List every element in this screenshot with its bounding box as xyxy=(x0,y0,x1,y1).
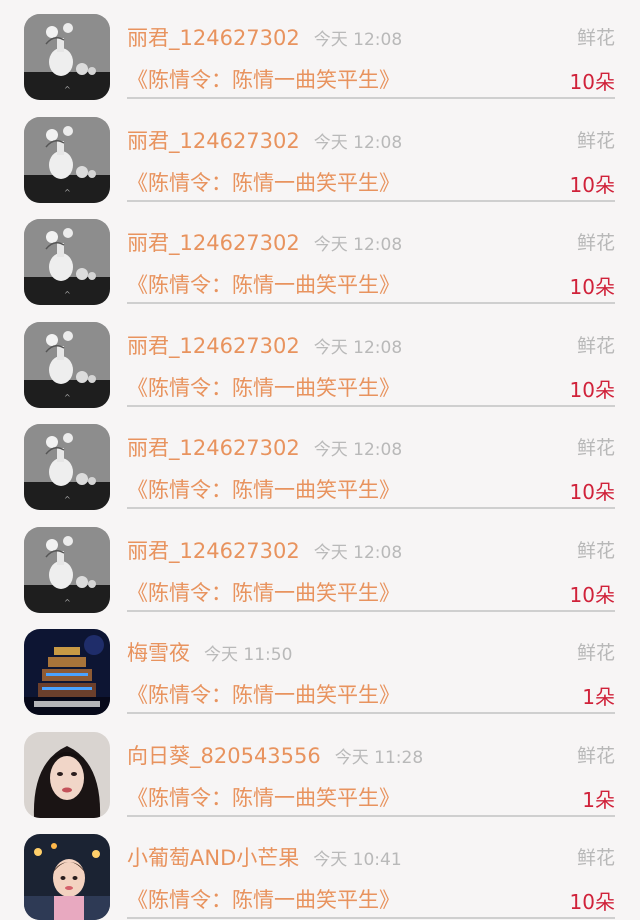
row-divider xyxy=(127,199,615,202)
gift-type: 鲜花 xyxy=(576,642,615,664)
child-photo-avatar xyxy=(24,834,110,920)
sender-name-text: 丽君_124627302 xyxy=(127,128,300,153)
gift-record-row[interactable]: ^ 丽君_124627302 今天 12:08 鲜花 《陈情令：陈情一曲笑平生》 … xyxy=(0,0,640,103)
vase-photo-avatar: ^ xyxy=(24,14,110,100)
avatar[interactable] xyxy=(24,834,110,920)
vase-photo-avatar: ^ xyxy=(24,526,110,613)
vase-photo-avatar: ^ xyxy=(24,321,110,408)
gift-type: 鲜花 xyxy=(576,437,615,459)
gift-record-list: ^ 丽君_124627302 今天 12:08 鲜花 《陈情令：陈情一曲笑平生》 … xyxy=(0,0,640,920)
book-title-link[interactable]: 《陈情令：陈情一曲笑平生》 xyxy=(127,577,400,607)
send-time: 今天 12:08 xyxy=(313,235,403,255)
sender-name[interactable]: 丽君_124627302 今天 12:08 xyxy=(127,432,402,462)
gift-amount: 1朵 xyxy=(582,685,615,709)
vase-photo-avatar: ^ xyxy=(24,219,110,305)
vase-photo-avatar: ^ xyxy=(24,116,110,203)
avatar[interactable] xyxy=(24,629,110,715)
sender-name-text: 丽君_124627302 xyxy=(127,26,300,50)
avatar[interactable]: ^ xyxy=(24,424,110,510)
gift-record-row[interactable]: ^ 丽君_124627302 今天 12:08 鲜花 《陈情令：陈情一曲笑平生》 … xyxy=(0,513,640,616)
gift-type: 鲜花 xyxy=(576,847,615,869)
svg-text:^: ^ xyxy=(64,188,71,197)
book-title-link[interactable]: 《陈情令：陈情一曲笑平生》 xyxy=(127,64,400,94)
gift-amount: 10朵 xyxy=(569,377,615,402)
avatar[interactable]: ^ xyxy=(24,116,110,203)
sender-name-text: 向日葵_820543556 xyxy=(127,743,321,768)
send-time: 今天 12:08 xyxy=(313,542,403,563)
sender-name-text: 小葡萄AND小芒果 xyxy=(127,846,300,870)
svg-text:^: ^ xyxy=(64,495,71,504)
gift-amount: 10朵 xyxy=(569,582,615,607)
book-title-link[interactable]: 《陈情令：陈情一曲笑平生》 xyxy=(127,679,400,709)
gift-record-row[interactable]: 向日葵_820543556 今天 11:28 鲜花 《陈情令：陈情一曲笑平生》 1… xyxy=(0,718,640,821)
gift-type: 鲜花 xyxy=(576,744,615,767)
gift-record-row[interactable]: ^ 丽君_124627302 今天 12:08 鲜花 《陈情令：陈情一曲笑平生》 … xyxy=(0,205,640,308)
send-time: 今天 12:08 xyxy=(313,440,403,460)
avatar[interactable]: ^ xyxy=(24,526,110,613)
gift-record-row[interactable]: 小葡萄AND小芒果 今天 10:41 鲜花 《陈情令：陈情一曲笑平生》 10朵 xyxy=(0,820,640,920)
send-time: 今天 12:08 xyxy=(313,132,403,153)
row-divider xyxy=(127,712,615,714)
gift-amount: 10朵 xyxy=(569,480,615,504)
svg-text:^: ^ xyxy=(64,393,71,402)
row-divider xyxy=(127,814,615,817)
gift-amount: 10朵 xyxy=(569,275,615,299)
sender-name[interactable]: 丽君_124627302 今天 12:08 xyxy=(127,535,402,565)
sender-name[interactable]: 丽君_124627302 今天 12:08 xyxy=(127,125,402,155)
gift-amount: 1朵 xyxy=(582,787,615,812)
avatar[interactable]: ^ xyxy=(24,14,110,100)
svg-text:^: ^ xyxy=(64,85,71,94)
book-title-link[interactable]: 《陈情令：陈情一曲笑平生》 xyxy=(127,782,400,812)
gift-record-row[interactable]: ^ 丽君_124627302 今天 12:08 鲜花 《陈情令：陈情一曲笑平生》 … xyxy=(0,308,640,411)
book-title-link[interactable]: 《陈情令：陈情一曲笑平生》 xyxy=(127,167,400,197)
gift-record-row[interactable]: ^ 丽君_124627302 今天 12:08 鲜花 《陈情令：陈情一曲笑平生》 … xyxy=(0,410,640,513)
gift-type: 鲜花 xyxy=(576,539,615,562)
sender-name-text: 丽君_124627302 xyxy=(127,333,300,358)
row-divider xyxy=(127,507,615,509)
sender-name[interactable]: 丽君_124627302 今天 12:08 xyxy=(127,227,402,257)
gift-amount: 10朵 xyxy=(569,890,615,914)
row-divider xyxy=(127,404,615,407)
book-title-link[interactable]: 《陈情令：陈情一曲笑平生》 xyxy=(127,884,400,914)
send-time: 今天 10:41 xyxy=(313,850,402,870)
sender-name[interactable]: 小葡萄AND小芒果 今天 10:41 xyxy=(127,842,402,872)
send-time: 今天 11:50 xyxy=(204,645,293,665)
woman-portrait-avatar xyxy=(24,731,110,818)
gift-type: 鲜花 xyxy=(576,334,615,357)
book-title-link[interactable]: 《陈情令：陈情一曲笑平生》 xyxy=(127,474,400,504)
row-divider xyxy=(127,302,615,304)
sender-name[interactable]: 向日葵_820543556 今天 11:28 xyxy=(127,740,423,770)
gift-record-row[interactable]: ^ 丽君_124627302 今天 12:08 鲜花 《陈情令：陈情一曲笑平生》 … xyxy=(0,103,640,206)
avatar[interactable] xyxy=(24,731,110,818)
sender-name-text: 梅雪夜 xyxy=(127,641,190,665)
gift-record-row[interactable]: 梅雪夜 今天 11:50 鲜花 《陈情令：陈情一曲笑平生》 1朵 xyxy=(0,615,640,718)
gift-type: 鲜花 xyxy=(576,27,615,49)
book-title-link[interactable]: 《陈情令：陈情一曲笑平生》 xyxy=(127,269,400,299)
night-tower-avatar xyxy=(24,629,110,715)
send-time: 今天 12:08 xyxy=(313,30,403,50)
sender-name-text: 丽君_124627302 xyxy=(127,538,300,563)
send-time: 今天 11:28 xyxy=(334,747,424,768)
book-title-link[interactable]: 《陈情令：陈情一曲笑平生》 xyxy=(127,372,400,402)
sender-name-text: 丽君_124627302 xyxy=(127,436,300,460)
svg-text:^: ^ xyxy=(64,598,71,607)
avatar[interactable]: ^ xyxy=(24,219,110,305)
sender-name-text: 丽君_124627302 xyxy=(127,231,300,255)
gift-amount: 10朵 xyxy=(569,172,615,197)
avatar[interactable]: ^ xyxy=(24,321,110,408)
gift-type: 鲜花 xyxy=(576,129,615,152)
sender-name[interactable]: 丽君_124627302 今天 12:08 xyxy=(127,22,402,52)
vase-photo-avatar: ^ xyxy=(24,424,110,510)
send-time: 今天 12:08 xyxy=(313,337,403,358)
gift-amount: 10朵 xyxy=(569,70,615,94)
row-divider xyxy=(127,97,615,99)
gift-type: 鲜花 xyxy=(576,232,615,254)
sender-name[interactable]: 梅雪夜 今天 11:50 xyxy=(127,637,292,667)
row-divider xyxy=(127,609,615,612)
svg-text:^: ^ xyxy=(64,290,71,299)
sender-name[interactable]: 丽君_124627302 今天 12:08 xyxy=(127,330,402,360)
row-divider xyxy=(127,917,615,919)
